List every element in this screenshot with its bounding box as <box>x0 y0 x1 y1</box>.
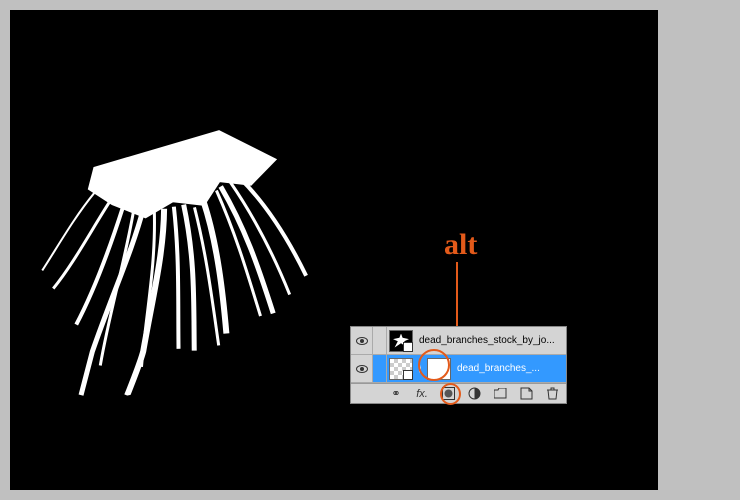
new-group-button[interactable] <box>492 386 508 402</box>
layer-row-selected[interactable]: ⟩ dead_branches_... <box>351 355 566 383</box>
layer-fx-button[interactable]: fx. <box>414 386 430 402</box>
layer-thumbnail[interactable] <box>389 358 413 380</box>
eye-icon <box>356 337 368 345</box>
layer-name[interactable]: dead_branches_... <box>453 363 566 374</box>
lock-column[interactable] <box>373 327 387 354</box>
visibility-toggle[interactable] <box>351 327 373 354</box>
delete-layer-button[interactable] <box>544 386 560 402</box>
annotation-label: alt <box>444 228 477 262</box>
eye-icon <box>356 365 368 373</box>
layer-row[interactable]: dead_branches_stock_by_jo... <box>351 327 566 355</box>
lock-column[interactable] <box>373 355 387 382</box>
adjustment-layer-button[interactable] <box>466 386 482 402</box>
new-layer-button[interactable] <box>518 386 534 402</box>
layers-panel[interactable]: dead_branches_stock_by_jo... ⟩ dead_bran… <box>350 326 567 404</box>
layer-name[interactable]: dead_branches_stock_by_jo... <box>415 335 566 346</box>
layers-panel-footer: ⚭ fx. <box>351 383 566 403</box>
layer-thumbnail[interactable] <box>389 330 413 352</box>
layer-mask-thumbnail[interactable] <box>427 358 451 380</box>
branches-artwork <box>1 51 369 419</box>
link-layers-button[interactable]: ⚭ <box>388 386 404 402</box>
visibility-toggle[interactable] <box>351 355 373 382</box>
document-canvas[interactable] <box>10 10 658 490</box>
mask-link-icon[interactable]: ⟩ <box>415 363 425 374</box>
add-mask-button[interactable] <box>440 386 456 402</box>
